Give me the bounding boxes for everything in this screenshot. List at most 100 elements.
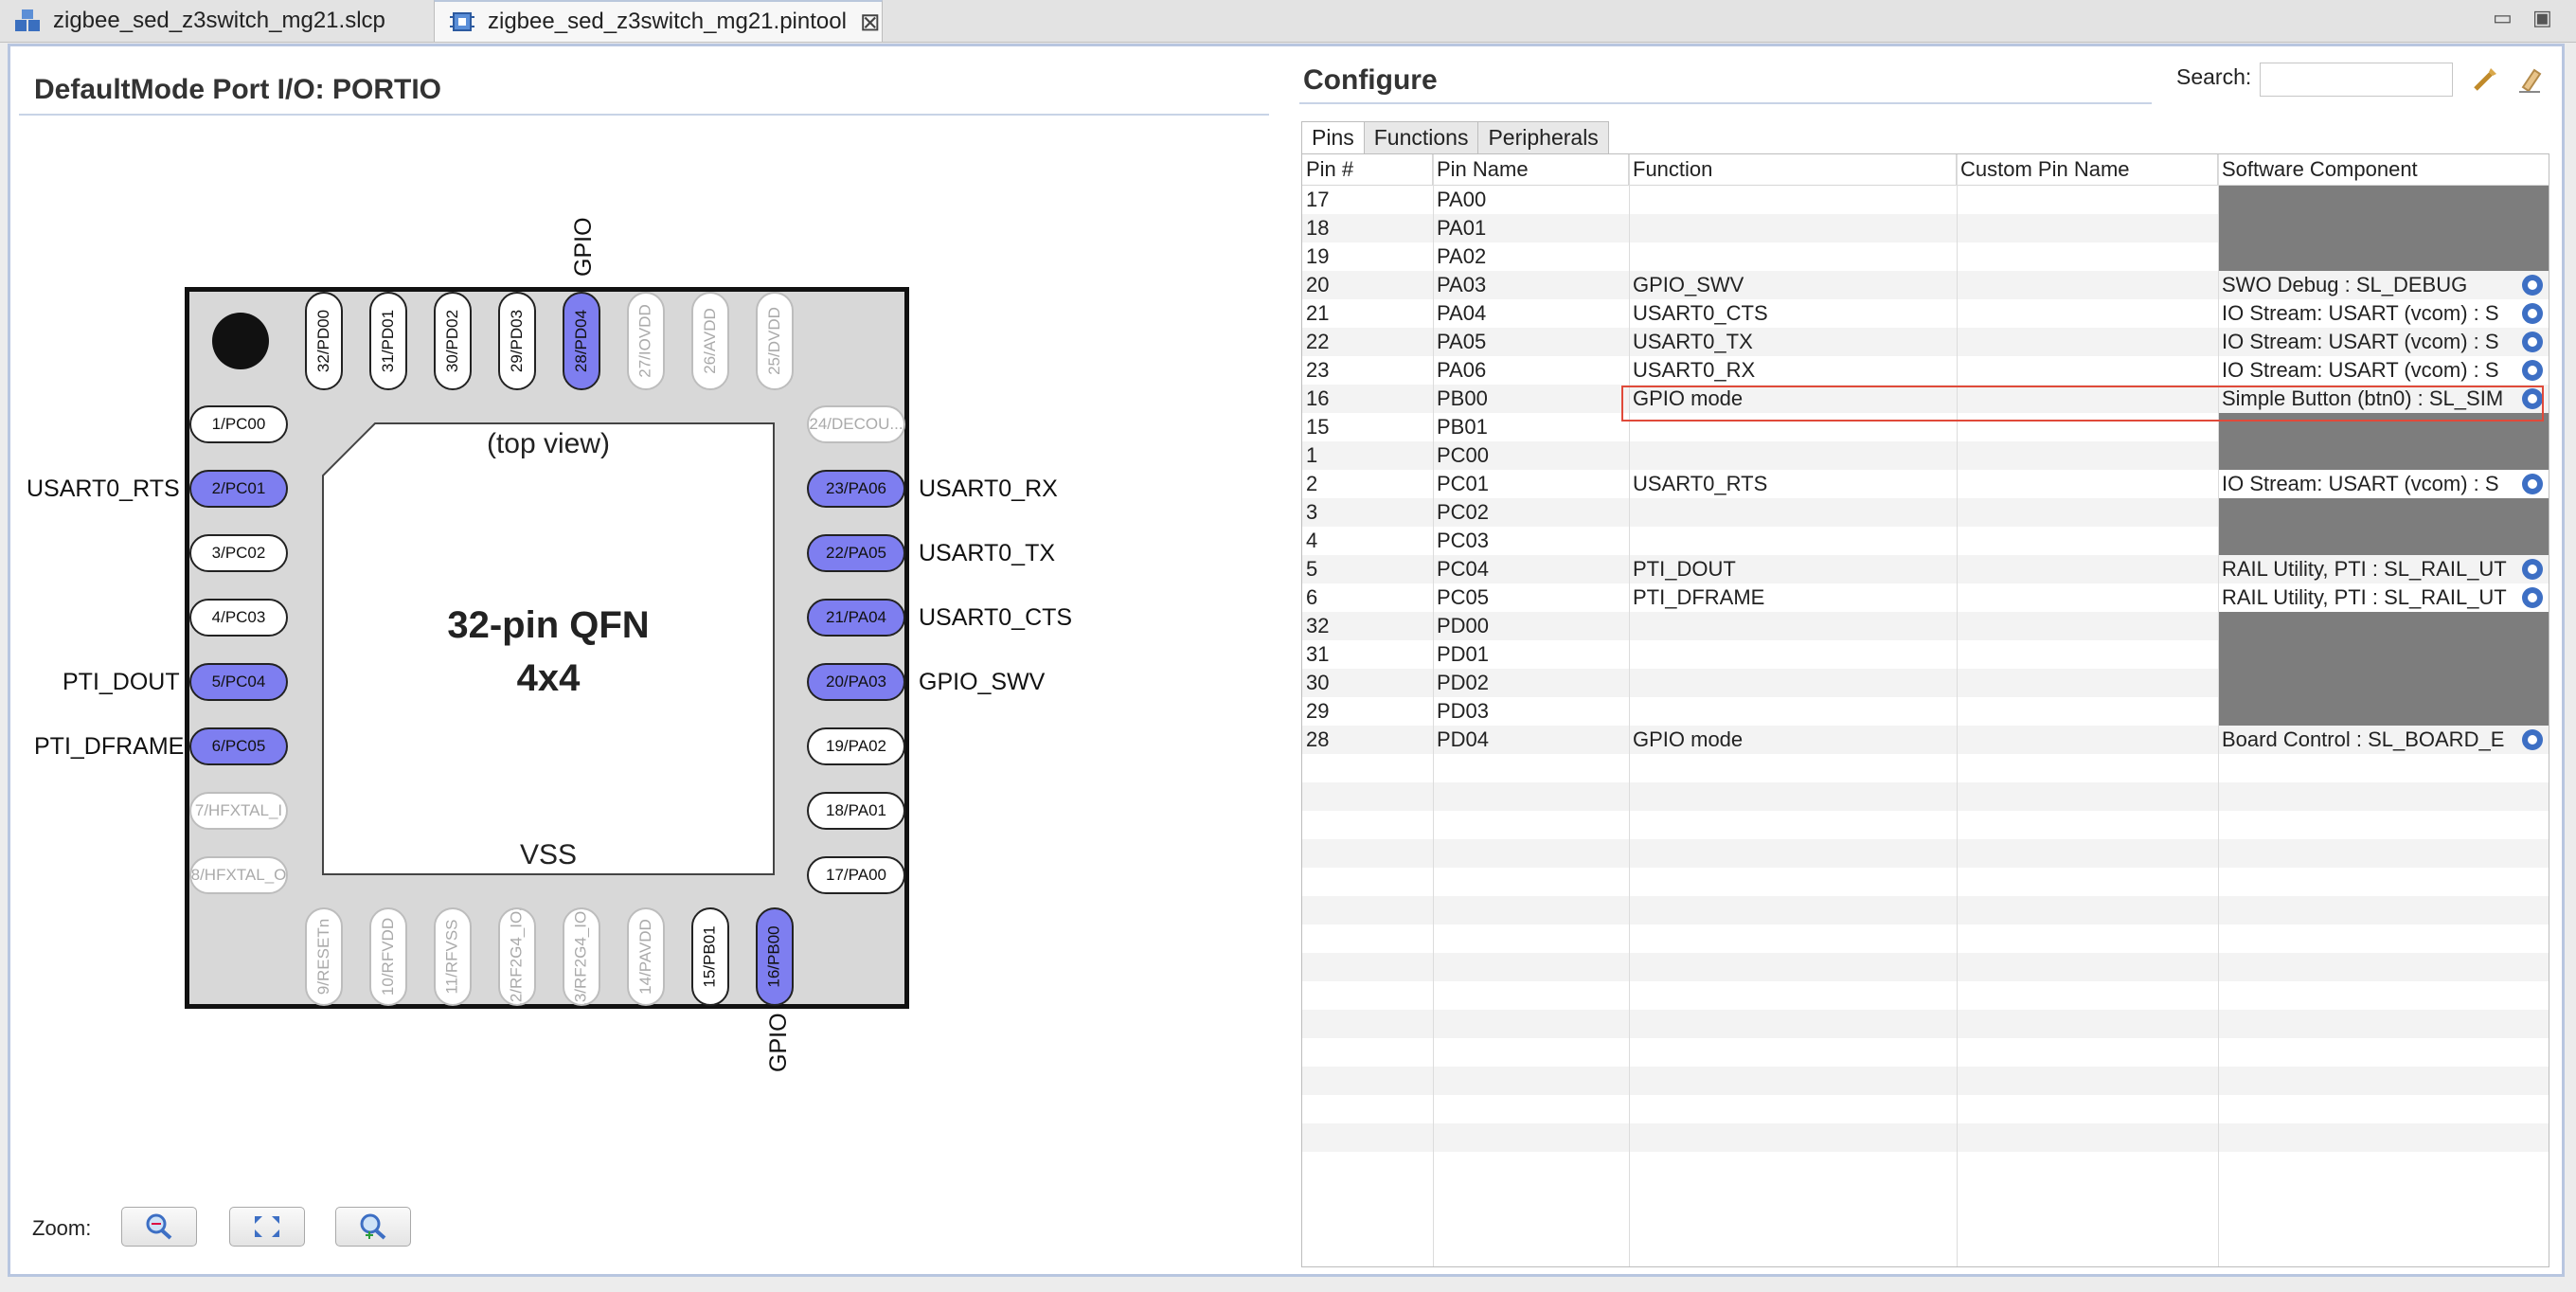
- pin-left[interactable]: 5/PC04: [189, 663, 288, 701]
- zoom-out-button[interactable]: [121, 1207, 197, 1247]
- gear-icon[interactable]: [2522, 275, 2543, 296]
- pin-left[interactable]: 4/PC03: [189, 599, 288, 637]
- cell-custom: [1957, 271, 2218, 299]
- minimize-icon[interactable]: ▭: [2493, 6, 2513, 30]
- pin-left[interactable]: 8/HFXTAL_O: [189, 856, 288, 894]
- gear-icon[interactable]: [2522, 587, 2543, 608]
- pin-bottom[interactable]: 11/RFVSS: [434, 907, 472, 1006]
- cell-func: PTI_DFRAME: [1633, 585, 1765, 609]
- cell-comp: IO Stream: USART (vcom) : S: [2222, 301, 2499, 325]
- pin-right[interactable]: 22/PA05: [807, 534, 905, 572]
- tab-peripherals[interactable]: Peripherals: [1477, 121, 1609, 153]
- pin-left[interactable]: 1/PC00: [189, 405, 288, 443]
- cell-comp: IO Stream: USART (vcom) : S: [2222, 330, 2499, 353]
- pin-top[interactable]: 26/AVDD: [691, 292, 729, 390]
- pin-label: 13/RF2G4_IO1: [572, 907, 590, 1006]
- cell-num: 4: [1306, 529, 1318, 552]
- table-row[interactable]: 21 PA04 USART0_CTS IO Stream: USART (vcom) …: [1302, 299, 2549, 328]
- table-row: [1302, 896, 2549, 924]
- table-row: [1302, 981, 2549, 1010]
- gear-icon[interactable]: [2522, 332, 2543, 352]
- gear-icon[interactable]: [2522, 559, 2543, 580]
- cell-custom: [1957, 186, 2218, 214]
- table-row[interactable]: 23 PA06 USART0_RX IO Stream: USART (vcom) :…: [1302, 356, 2549, 385]
- tab-functions[interactable]: Functions: [1363, 121, 1479, 153]
- gear-icon[interactable]: [2522, 303, 2543, 324]
- pin-left[interactable]: 7/HFXTAL_I: [189, 792, 288, 830]
- eraser-icon[interactable]: [2515, 64, 2546, 95]
- tab-pins[interactable]: Pins: [1301, 121, 1365, 153]
- zoom-in-button[interactable]: [335, 1207, 411, 1247]
- cell-name: PC05: [1437, 585, 1490, 609]
- gear-icon[interactable]: [2522, 729, 2543, 750]
- col-custom-pin-name[interactable]: Custom Pin Name: [1957, 154, 2218, 185]
- pin-right[interactable]: 19/PA02: [807, 727, 905, 765]
- pin-top[interactable]: 25/DVDD: [756, 292, 794, 390]
- pin-left[interactable]: 2/PC01: [189, 470, 288, 508]
- pin-label: 30/PD02: [443, 309, 462, 373]
- zoom-fit-button[interactable]: [229, 1207, 305, 1247]
- pin-top[interactable]: 30/PD02: [434, 292, 472, 390]
- pin-label: 14/PAVDD: [636, 919, 654, 995]
- pin-top[interactable]: 31/PD01: [369, 292, 407, 390]
- pin-label: 27/IOVDD: [636, 304, 655, 378]
- col-function[interactable]: Function: [1629, 154, 1957, 185]
- pin-bottom[interactable]: 15/PB01: [691, 907, 729, 1006]
- cell-num: 3: [1306, 500, 1318, 524]
- cell-num: 2: [1306, 472, 1318, 495]
- gear-icon[interactable]: [2522, 360, 2543, 381]
- cell-comp: IO Stream: USART (vcom) : S: [2222, 358, 2499, 382]
- tab-pintool[interactable]: zigbee_sed_z3switch_mg21.pintool ⊠: [434, 0, 883, 42]
- pin-right[interactable]: 21/PA04: [807, 599, 905, 637]
- table-header: Pin # Pin Name Function Custom Pin Name …: [1302, 154, 2549, 186]
- cell-num: 5: [1306, 557, 1318, 581]
- pin-bottom[interactable]: 12/RF2G4_IO2: [498, 907, 536, 1006]
- col-pin-name[interactable]: Pin Name: [1433, 154, 1629, 185]
- wand-icon[interactable]: [2470, 64, 2500, 95]
- cell-custom: [1957, 441, 2218, 470]
- pin-top[interactable]: 28/PD04: [563, 292, 600, 390]
- pin-left[interactable]: 6/PC05: [189, 727, 288, 765]
- cell-num: 31: [1306, 642, 1330, 666]
- pin-bottom[interactable]: 13/RF2G4_IO1: [563, 907, 600, 1006]
- col-pin-num[interactable]: Pin #: [1302, 154, 1433, 185]
- pin-left[interactable]: 3/PC02: [189, 534, 288, 572]
- gear-icon[interactable]: [2522, 474, 2543, 494]
- table-row[interactable]: 20 PA03 GPIO_SWV SWO Debug : SL_DEBUG: [1302, 271, 2549, 299]
- pin-top[interactable]: 27/IOVDD: [627, 292, 665, 390]
- cell-name: PA05: [1437, 330, 1487, 353]
- search-input[interactable]: [2260, 63, 2453, 97]
- cell-func: [1629, 441, 1957, 470]
- table-row[interactable]: 6 PC05 PTI_DFRAME RAIL Utility, PTI : SL_RA…: [1302, 583, 2549, 612]
- close-tab-icon[interactable]: ⊠: [860, 8, 881, 37]
- table-row: [1302, 1123, 2549, 1152]
- table-row[interactable]: 22 PA05 USART0_TX IO Stream: USART (vcom) :…: [1302, 328, 2549, 356]
- tab-slcp[interactable]: zigbee_sed_z3switch_mg21.slcp: [0, 0, 399, 42]
- column-divider: [1957, 154, 1958, 1266]
- unassigned-component-block: [2219, 186, 2549, 271]
- pin-bottom[interactable]: 10/RFVDD: [369, 907, 407, 1006]
- pin-bottom[interactable]: 14/PAVDD: [627, 907, 665, 1006]
- pin-bottom[interactable]: 9/RESETn: [305, 907, 343, 1006]
- selected-row-highlight: [1621, 386, 2544, 422]
- pin-right[interactable]: 20/PA03: [807, 663, 905, 701]
- table-row[interactable]: 5 PC04 PTI_DOUT RAIL Utility, PTI : SL_RAIL…: [1302, 555, 2549, 583]
- col-software-component[interactable]: Software Component: [2218, 154, 2549, 185]
- pin-right[interactable]: 23/PA06: [807, 470, 905, 508]
- table-row[interactable]: 2 PC01 USART0_RTS IO Stream: USART (vcom) :…: [1302, 470, 2549, 498]
- cell-custom: [1957, 612, 2218, 640]
- cell-comp: IO Stream: USART (vcom) : S: [2222, 472, 2499, 495]
- pin-top[interactable]: 32/PD00: [305, 292, 343, 390]
- cell-name: PB00: [1437, 386, 1488, 410]
- pin-bottom[interactable]: 16/PB00: [756, 907, 794, 1006]
- table-row[interactable]: 28 PD04 GPIO mode Board Control : SL_BOARD_…: [1302, 726, 2549, 754]
- maximize-icon[interactable]: ▣: [2532, 6, 2552, 30]
- pin-top[interactable]: 29/PD03: [498, 292, 536, 390]
- cell-custom: [1957, 242, 2218, 271]
- pin-right[interactable]: 18/PA01: [807, 792, 905, 830]
- column-divider: [1629, 154, 1630, 1266]
- pin-right[interactable]: 17/PA00: [807, 856, 905, 894]
- pin-right[interactable]: 24/DECOU...: [807, 405, 905, 443]
- chip-name-line2: 4x4: [516, 657, 581, 699]
- label-pti-dframe: PTI_DFRAME: [34, 733, 185, 760]
